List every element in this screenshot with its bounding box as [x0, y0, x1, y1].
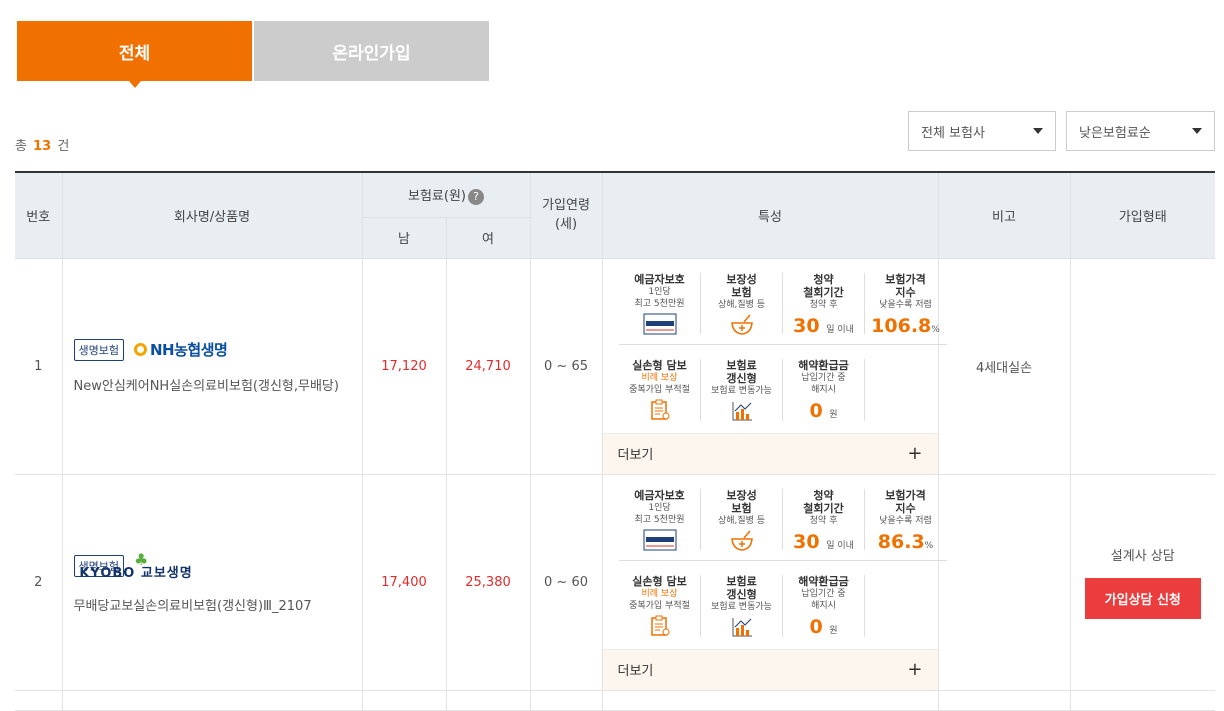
- header-company: 회사명/상품명: [61, 171, 363, 259]
- feature-withdrawal-period: 청약 철회기간 청약 후 30 일 이내: [782, 259, 865, 345]
- company-filter-select[interactable]: 전체 보험사: [908, 111, 1056, 151]
- table-row: 2 생명보험 ♣ KYOBO 교보생명 무배당교보실손의료비보험(갱신형)Ⅲ_21…: [15, 473, 1216, 691]
- feature-surrender-value: 해약환급금 납입기간 중 해지시 0 원: [783, 561, 865, 647]
- chart-icon: [732, 401, 752, 420]
- medicine-bowl-icon: [730, 530, 753, 551]
- company-filter-value: 전체 보험사: [921, 125, 985, 141]
- product-name[interactable]: New안심케어NH실손의료비보험(갱신형,무배당): [74, 375, 362, 394]
- female-premium: 25,380: [445, 473, 531, 691]
- product-cell[interactable]: 생명보험 NH농협생명 New안심케어NH실손의료비보험(갱신형,무배당): [61, 257, 363, 475]
- table-row: 1 생명보험 NH농협생명 New안심케어NH실손의료비보험(갱신형,무배당) …: [15, 257, 1216, 475]
- nh-life-logo: NH농협생명: [133, 339, 228, 360]
- female-premium: 24,710: [445, 257, 531, 475]
- tab-online-join[interactable]: 온라인가입: [254, 21, 489, 81]
- features-cell: 예금자보호 1인당 최고 5천만원 보장성 보험 상해,질병 등 청약 철회기간…: [601, 473, 947, 691]
- header-male: 남: [362, 216, 447, 259]
- more-toggle[interactable]: 더보기 +: [602, 648, 938, 690]
- cell: [361, 689, 447, 711]
- header-features: 특성: [601, 171, 939, 259]
- feature-empty: [865, 561, 947, 647]
- join-type-cell: [1069, 257, 1216, 475]
- feature-protection-type: 보장성 보험 상해,질병 등: [700, 259, 783, 345]
- plus-icon: +: [907, 443, 923, 464]
- header-age: 가입연령 (세): [529, 171, 603, 259]
- help-icon[interactable]: ?: [468, 188, 484, 205]
- join-type-cell: 설계사 상담 가입상담 신청: [1069, 473, 1216, 691]
- deposit-protection-seal-icon: [643, 529, 677, 550]
- feature-renewal: 보험료 갱신형 보험료 변동가능: [701, 345, 783, 431]
- feature-protection-type: 보장성 보험 상해,질병 등: [700, 475, 783, 561]
- header-join-type: 가입형태: [1069, 171, 1216, 259]
- join-age: 0 ~ 65: [529, 257, 603, 475]
- cell: [937, 689, 1071, 711]
- result-count: 총 13 건: [15, 135, 69, 154]
- note-cell: 4세대실손: [937, 257, 1071, 475]
- kyobo-life-logo: ♣ KYOBO 교보생명: [79, 550, 193, 581]
- clipboard-icon: [650, 399, 670, 420]
- chevron-down-icon: [1192, 128, 1202, 134]
- sort-select[interactable]: 낮은보험료순: [1066, 111, 1215, 151]
- header-premium-label: 보험료(원): [408, 189, 466, 204]
- header-no: 번호: [15, 171, 63, 259]
- table-row: [15, 689, 1216, 711]
- header-female: 여: [445, 216, 531, 259]
- features-cell: 예금자보호 1인당 최고 5천만원 보장성 보험 상해,질병 등 청약 철회기간…: [601, 257, 947, 475]
- cell: [601, 689, 939, 711]
- feature-withdrawal-period: 청약 철회기간 청약 후 30 일 이내: [782, 475, 865, 561]
- feature-deposit-protection: 예금자보호 1인당 최고 5천만원: [618, 475, 701, 561]
- life-insurance-badge: 생명보험: [73, 338, 124, 361]
- row-number: 2: [15, 473, 63, 691]
- feature-price-index: 보험가격 지수 낮을수록 저렴 86.3%: [864, 475, 947, 561]
- medicine-bowl-icon: [730, 314, 753, 335]
- tab-all[interactable]: 전체: [17, 21, 252, 88]
- row-number: 1: [15, 257, 63, 475]
- more-label: 더보기: [617, 664, 654, 679]
- male-premium: 17,120: [361, 257, 447, 475]
- count-value: 13: [33, 139, 52, 154]
- header-note: 비고: [937, 171, 1071, 259]
- consultation-request-button[interactable]: 가입상담 신청: [1084, 578, 1201, 619]
- count-prefix: 총: [15, 139, 27, 154]
- chevron-down-icon: [1033, 128, 1043, 134]
- product-cell[interactable]: 생명보험 ♣ KYOBO 교보생명 무배당교보실손의료비보험(갱신형)Ⅲ_2107: [61, 473, 363, 691]
- product-tabs: 전체 온라인가입: [17, 21, 491, 88]
- more-label: 더보기: [617, 448, 654, 463]
- product-table: 번호 회사명/상품명 보험료(원)? 가입연령 (세) 특성 비고 가입형태 남…: [15, 171, 1216, 711]
- deposit-protection-seal-icon: [643, 313, 677, 334]
- product-name[interactable]: 무배당교보실손의료비보험(갱신형)Ⅲ_2107: [74, 595, 362, 614]
- plus-icon: +: [907, 659, 923, 680]
- male-premium: 17,400: [361, 473, 447, 691]
- clipboard-icon: [650, 615, 670, 636]
- chart-icon: [732, 617, 752, 636]
- cell: [61, 689, 363, 711]
- cell: [445, 689, 531, 711]
- feature-price-index: 보험가격 지수 낮을수록 저렴 106.8%: [864, 259, 947, 345]
- feature-surrender-value: 해약환급금 납입기간 중 해지시 0 원: [783, 345, 865, 431]
- feature-indemnity: 실손형 담보 비례 보상 중복가입 부적절: [619, 345, 701, 431]
- feature-indemnity: 실손형 담보 비례 보상 중복가입 부적절: [619, 561, 701, 647]
- note-cell: [937, 473, 1071, 691]
- more-toggle[interactable]: 더보기 +: [602, 432, 938, 474]
- sort-value: 낮은보험료순: [1079, 125, 1151, 141]
- join-age: 0 ~ 60: [529, 473, 603, 691]
- cell: [1069, 689, 1216, 711]
- cell: [529, 689, 603, 711]
- feature-deposit-protection: 예금자보호 1인당 최고 5천만원: [618, 259, 701, 345]
- header-premium: 보험료(원)?: [361, 171, 531, 218]
- feature-empty: [865, 345, 947, 431]
- count-suffix: 건: [57, 139, 70, 154]
- cell: [15, 689, 63, 711]
- join-type-label: 설계사 상담: [1110, 549, 1175, 564]
- feature-renewal: 보험료 갱신형 보험료 변동가능: [701, 561, 783, 647]
